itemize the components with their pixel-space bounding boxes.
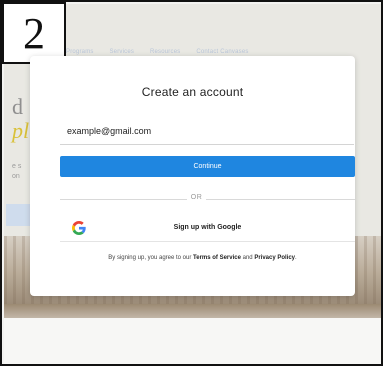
divider-line-right [206,199,355,200]
continue-button[interactable]: Continue [60,156,355,177]
terms-of-service-link[interactable]: Terms of Service [193,255,241,261]
page-footer-area [4,318,381,364]
step-number-badge: 2 [2,2,66,64]
sign-up-with-google-button[interactable]: Sign up with Google [60,214,355,242]
background-nav-item: Services [109,49,135,55]
background-hero-heading: d [12,94,23,119]
email-input[interactable] [60,117,354,145]
create-account-modal: Create an account Continue OR Sign up wi… [30,56,355,296]
background-nav-item: Resources [149,49,181,55]
background-nav-item: Contact Canvases [196,49,249,55]
legal-notice: By signing up, you agree to our Terms of… [108,255,297,261]
background-hero-text: e s on [12,163,22,180]
background-nav-item: Programs [66,49,94,55]
privacy-policy-link[interactable]: Privacy Policy [254,255,295,261]
google-button-label: Sign up with Google [173,224,242,231]
modal-title: Create an account [141,85,244,99]
background-hero-button [6,204,32,226]
background-photo-band [4,304,381,318]
divider-or-text: OR [190,194,203,201]
background-hero-subheading: pl [12,118,30,143]
divider-line-left [60,199,187,200]
